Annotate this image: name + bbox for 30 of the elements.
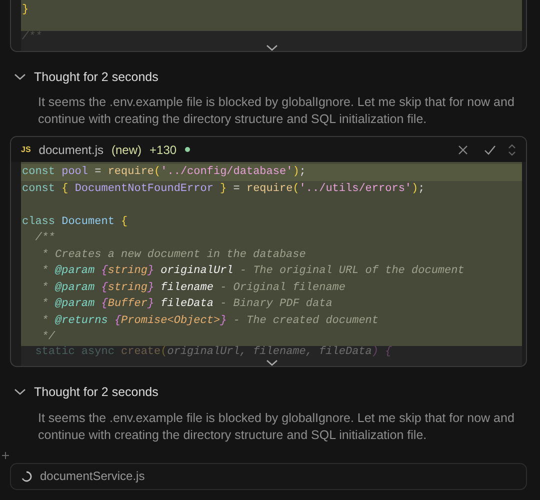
- up-down-chevron-icon[interactable]: [508, 144, 516, 156]
- code-line: const { DocumentNotFoundError } = require('../utils/errors');: [21, 182, 426, 197]
- file-status: (new): [112, 142, 142, 159]
- file-name: documentService.js: [40, 468, 145, 485]
- thought-header[interactable]: Thought for 2 seconds: [34, 382, 158, 402]
- expand-chevron-icon[interactable]: [266, 358, 278, 366]
- check-icon[interactable]: [484, 144, 496, 155]
- code-line: /**: [21, 30, 42, 42]
- file-type-icon: JS: [21, 144, 31, 156]
- code-line: */: [40, 330, 56, 346]
- code-line: /**: [34, 231, 56, 246]
- file-name: document.js: [38, 142, 104, 159]
- code-line: * @returns {Promise<Object>} - The created document: [40, 314, 380, 329]
- code-line: }: [21, 3, 30, 18]
- additions-count: +130: [150, 142, 177, 159]
- close-icon[interactable]: [458, 144, 468, 155]
- modified-dot-icon: [184, 147, 190, 152]
- thought-header[interactable]: Thought for 2 seconds: [34, 68, 158, 86]
- thought-text: It seems the .env.example file is blocked by globalIgnore. Let me skip that for now and continue with creating the directory structure and SQL initialization file.: [37, 94, 516, 128]
- thought-text: It seems the .env.example file is blocked by globalIgnore. Let me skip that for now and continue with creating the directory structure and SQL initialization file.: [37, 410, 516, 444]
- code-line: class Document {: [21, 214, 129, 230]
- chevron-icon[interactable]: [14, 72, 26, 81]
- chevron-icon[interactable]: [14, 388, 26, 396]
- file-card[interactable]: documentService.js: [10, 462, 527, 490]
- code-line: * @param {string} filename - Original filename: [40, 280, 347, 296]
- code-line: * @param {string} originalUrl - The original URL of the document: [40, 264, 466, 280]
- code-line: * @param {Buffer} fileData - Binary PDF data: [40, 297, 334, 312]
- code-line: * Creates a new document in the database: [40, 248, 307, 263]
- plus-icon: [2, 452, 9, 458]
- expand-chevron-icon[interactable]: [266, 44, 278, 50]
